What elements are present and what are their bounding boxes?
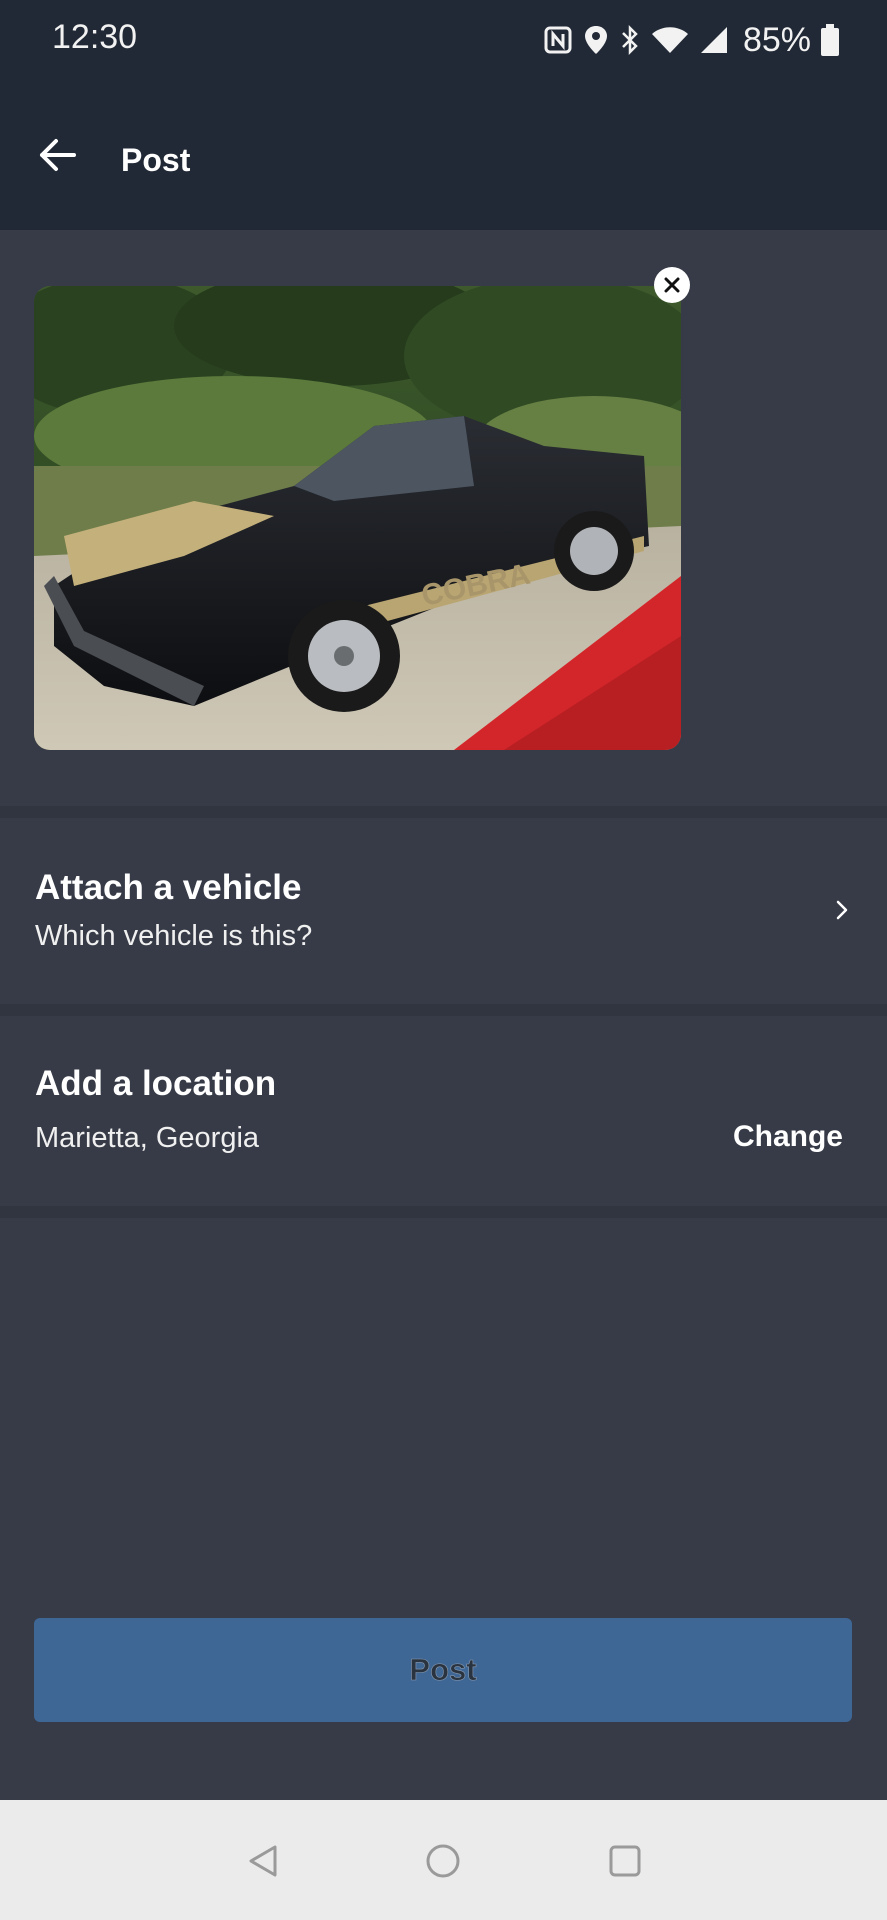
nav-back-button[interactable] bbox=[240, 1838, 286, 1884]
attach-vehicle-row[interactable]: Attach a vehicle Which vehicle is this? bbox=[0, 820, 887, 1000]
close-icon bbox=[664, 277, 680, 293]
status-time: 12:30 bbox=[52, 18, 138, 56]
post-button[interactable]: Post bbox=[34, 1618, 852, 1722]
section-divider bbox=[0, 1004, 887, 1016]
status-bar: 12:30 85% bbox=[0, 0, 887, 80]
section-divider bbox=[0, 1206, 887, 1218]
nav-home-button[interactable] bbox=[420, 1838, 466, 1884]
post-photo[interactable]: COBRA bbox=[34, 286, 681, 750]
battery-icon bbox=[821, 24, 839, 56]
nav-recents-button[interactable] bbox=[602, 1838, 648, 1884]
back-button[interactable] bbox=[34, 130, 84, 180]
add-location-title: Add a location bbox=[35, 1064, 277, 1103]
triangle-back-icon bbox=[249, 1845, 277, 1877]
signal-icon bbox=[700, 27, 727, 53]
bluetooth-icon bbox=[622, 24, 638, 56]
circle-home-icon bbox=[426, 1844, 460, 1878]
car-photo: COBRA bbox=[34, 286, 681, 750]
battery-percent: 85% bbox=[742, 20, 811, 59]
status-icons: 85% bbox=[543, 20, 839, 60]
wifi-icon bbox=[651, 27, 688, 53]
system-nav-bar bbox=[0, 1800, 887, 1920]
nfc-icon bbox=[544, 26, 572, 54]
add-location-row: Add a location Marietta, Georgia bbox=[0, 1018, 887, 1208]
change-location-button[interactable]: Change bbox=[733, 1120, 843, 1154]
section-divider bbox=[0, 806, 887, 818]
chevron-right-icon bbox=[836, 900, 848, 920]
post-button-label: Post bbox=[409, 1652, 477, 1688]
app-bar: Post bbox=[0, 80, 887, 230]
remove-photo-button[interactable] bbox=[654, 267, 690, 303]
location-icon bbox=[584, 26, 607, 54]
attach-vehicle-title: Attach a vehicle bbox=[35, 868, 302, 907]
location-value: Marietta, Georgia bbox=[35, 1122, 260, 1154]
square-recents-icon bbox=[609, 1845, 641, 1877]
attach-vehicle-subtitle: Which vehicle is this? bbox=[35, 920, 313, 952]
page-title: Post bbox=[121, 142, 191, 178]
arrow-left-icon bbox=[40, 139, 76, 171]
